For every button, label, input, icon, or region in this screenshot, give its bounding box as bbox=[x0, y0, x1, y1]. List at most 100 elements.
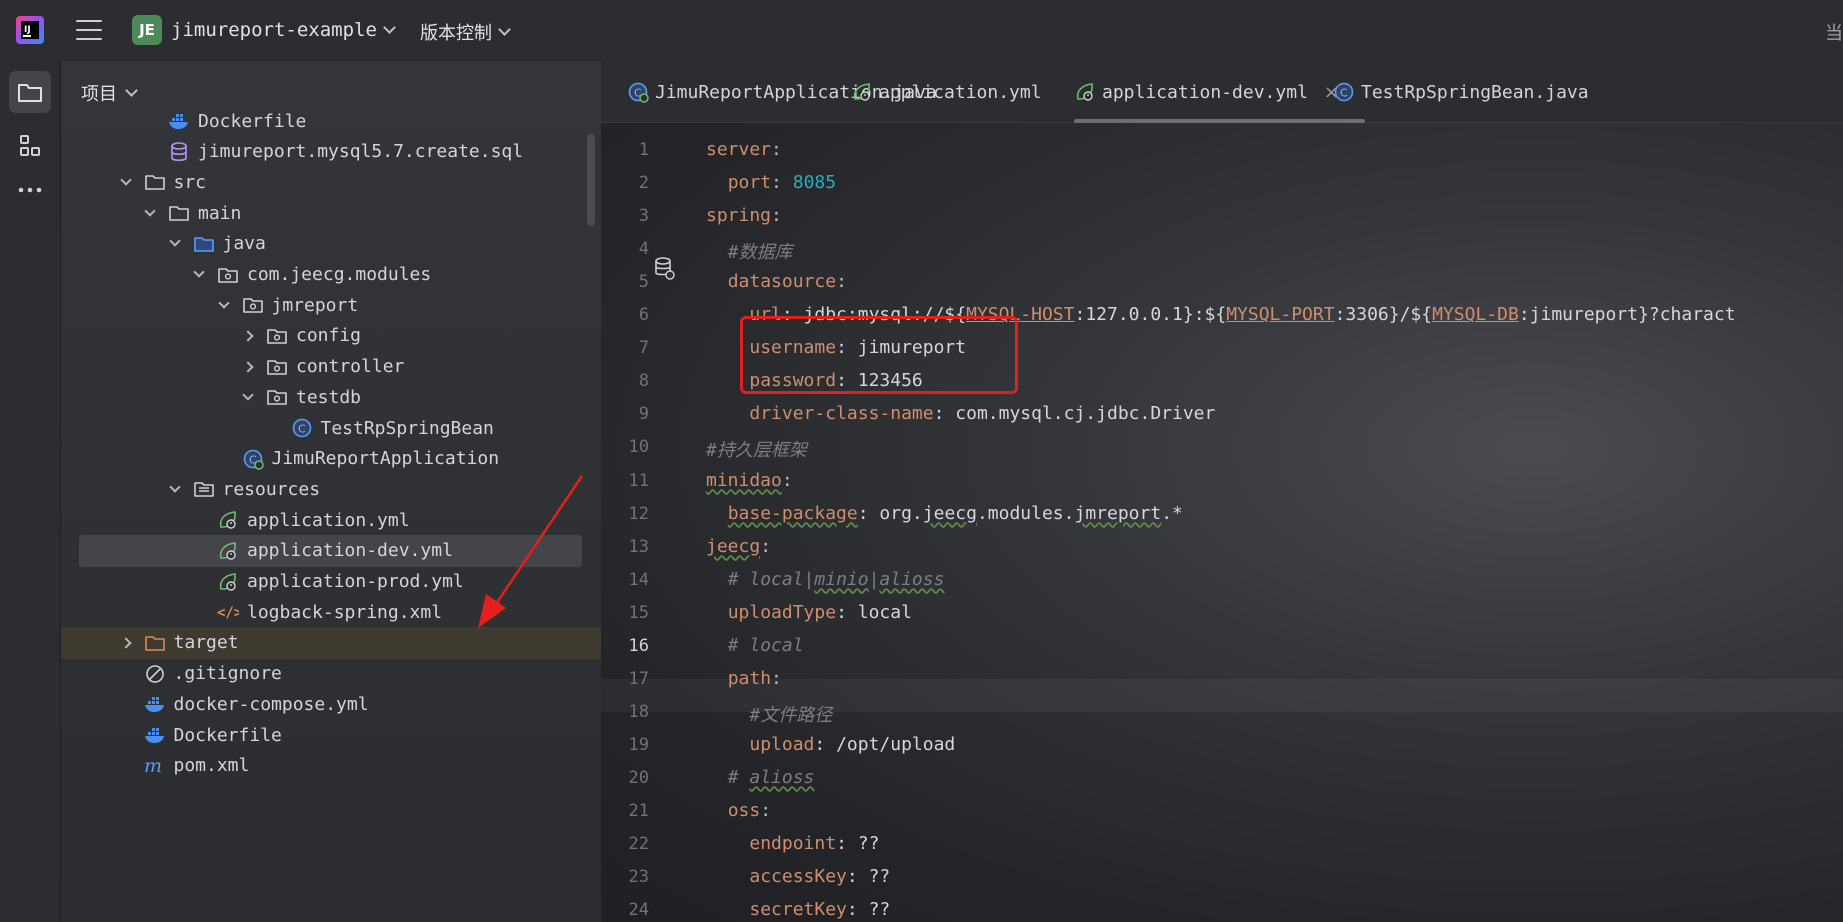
chevron-right-icon[interactable] bbox=[238, 357, 258, 377]
chevron-down-icon[interactable] bbox=[189, 265, 209, 285]
tree-item[interactable]: Dockerfile bbox=[61, 105, 601, 137]
tree-item[interactable]: main bbox=[61, 197, 601, 229]
code-line[interactable]: base-package: org.jeecg.modules.jmreport… bbox=[706, 503, 1183, 524]
tree-item[interactable]: testdb bbox=[61, 381, 601, 413]
docker-icon bbox=[144, 693, 166, 715]
project-badge[interactable]: JE bbox=[132, 15, 162, 45]
code-line[interactable]: endpoint: ?? bbox=[706, 833, 879, 854]
code-line[interactable]: driver-class-name: com.mysql.cj.jdbc.Dri… bbox=[706, 403, 1215, 424]
chevron-right-icon[interactable] bbox=[116, 633, 136, 653]
tree-item-label: Dockerfile bbox=[173, 724, 282, 746]
tree-item[interactable]: C TestRpSpringBean bbox=[61, 412, 601, 444]
code-line[interactable]: jeecg: bbox=[706, 536, 771, 557]
code-token: alioss bbox=[749, 766, 815, 788]
tree-scrollbar[interactable] bbox=[587, 134, 595, 226]
code-token: port bbox=[727, 172, 772, 194]
tree-item[interactable]: docker-compose.yml bbox=[61, 688, 601, 720]
code-token: secretKey bbox=[749, 899, 847, 921]
tree-item[interactable]: jmreport bbox=[61, 289, 601, 321]
class-icon: C bbox=[1333, 81, 1355, 103]
code-token: base-package bbox=[727, 502, 858, 524]
tree-item[interactable]: src bbox=[61, 166, 601, 198]
chevron-down-icon[interactable] bbox=[165, 234, 185, 254]
code-line[interactable]: server: bbox=[706, 139, 782, 160]
code-line[interactable]: #持久层框架 bbox=[706, 436, 807, 462]
tree-item[interactable]: m pom.xml bbox=[61, 750, 601, 782]
code-line[interactable]: upload: /opt/upload bbox=[706, 734, 955, 755]
chevron-down-icon[interactable] bbox=[140, 203, 160, 223]
code-line[interactable]: port: 8085 bbox=[706, 172, 836, 193]
code-line[interactable]: #数据库 bbox=[706, 238, 793, 264]
code-line[interactable]: # local|minio|alioss bbox=[706, 569, 945, 590]
more-tools-button[interactable] bbox=[9, 169, 51, 211]
tree-item[interactable]: Dockerfile bbox=[61, 719, 601, 751]
tree-item-label: logback-spring.xml bbox=[247, 601, 443, 623]
project-selector[interactable]: jimureport-example bbox=[171, 19, 396, 41]
code-token: :jimureport}?charact bbox=[1518, 304, 1736, 326]
chevron-down-icon[interactable] bbox=[116, 172, 136, 192]
tab-label: TestRpSpringBean.java bbox=[1361, 81, 1589, 103]
line-number: 16 bbox=[628, 635, 649, 656]
code-token: : local bbox=[836, 601, 912, 623]
project-panel-header[interactable]: 项目 bbox=[81, 80, 138, 106]
code-line[interactable]: spring: bbox=[706, 205, 782, 226]
editor-tab[interactable]: application-dev.yml × bbox=[1074, 61, 1365, 123]
spring-yml-icon bbox=[1074, 81, 1096, 103]
code-token: : com.mysql.cj.jdbc.Driver bbox=[933, 403, 1216, 425]
vcs-selector[interactable]: 版本控制 bbox=[420, 19, 511, 45]
annotation-arrow bbox=[478, 475, 584, 628]
editor-tab[interactable]: application.yml bbox=[851, 61, 1042, 123]
editor-area: C JimuReportApplication.java application.y… bbox=[601, 61, 1843, 922]
chevron-right-icon[interactable] bbox=[238, 326, 258, 346]
code-line[interactable]: uploadType: local bbox=[706, 602, 912, 623]
code-line[interactable]: path: bbox=[706, 668, 782, 689]
main-menu-icon[interactable] bbox=[76, 18, 102, 42]
code-token: jeecg bbox=[706, 535, 761, 557]
tree-item[interactable]: controller bbox=[61, 351, 601, 383]
tree-item[interactable]: java bbox=[61, 228, 601, 260]
tree-item[interactable]: com.jeecg.modules bbox=[61, 259, 601, 291]
spring-yml-icon bbox=[851, 81, 873, 103]
code-token: datasource bbox=[727, 271, 837, 293]
tree-item-label: config bbox=[296, 325, 362, 347]
code-line[interactable]: #文件路径 bbox=[706, 701, 832, 727]
chevron-down-icon[interactable] bbox=[214, 295, 234, 315]
code-line[interactable]: # alioss bbox=[706, 766, 815, 788]
chevron-down-icon[interactable] bbox=[238, 387, 258, 407]
ignore-icon bbox=[144, 663, 166, 685]
code-line[interactable]: accessKey: ?? bbox=[706, 866, 890, 887]
line-number: 17 bbox=[628, 668, 649, 689]
tree-item[interactable]: jimureport.mysql5.7.create.sql bbox=[61, 136, 601, 168]
tree-item-label: pom.xml bbox=[173, 755, 250, 777]
editor-tab[interactable]: C TestRpSpringBean.java bbox=[1333, 61, 1589, 123]
line-number: 22 bbox=[628, 834, 649, 855]
code-line[interactable]: # local bbox=[706, 635, 804, 656]
code-line[interactable]: secretKey: ?? bbox=[706, 899, 890, 920]
structure-tool-button[interactable] bbox=[9, 125, 51, 167]
chevron-down-icon[interactable] bbox=[165, 479, 185, 499]
code-line[interactable]: oss: bbox=[706, 800, 771, 821]
datasource-gutter-icon[interactable] bbox=[653, 256, 675, 280]
current-file-label[interactable]: 当 bbox=[1825, 19, 1843, 45]
line-number: 18 bbox=[628, 701, 649, 722]
tree-item[interactable]: config bbox=[61, 320, 601, 352]
code-token: jmreport bbox=[1074, 502, 1162, 524]
class-icon: C bbox=[291, 417, 313, 439]
line-number: 6 bbox=[638, 305, 649, 326]
line-number: 12 bbox=[628, 503, 649, 524]
code-line[interactable]: datasource: bbox=[706, 271, 847, 292]
code-line[interactable]: minidao: bbox=[706, 470, 793, 491]
intellij-logo-icon[interactable]: IJ bbox=[14, 14, 46, 46]
code-token: MYSQL-DB bbox=[1432, 304, 1519, 326]
code-token: : org. bbox=[857, 502, 923, 524]
project-tool-button[interactable] bbox=[9, 71, 51, 113]
tree-item[interactable]: target bbox=[61, 626, 601, 659]
code-token: upload bbox=[749, 733, 815, 755]
tree-item[interactable]: .gitignore bbox=[61, 658, 601, 690]
